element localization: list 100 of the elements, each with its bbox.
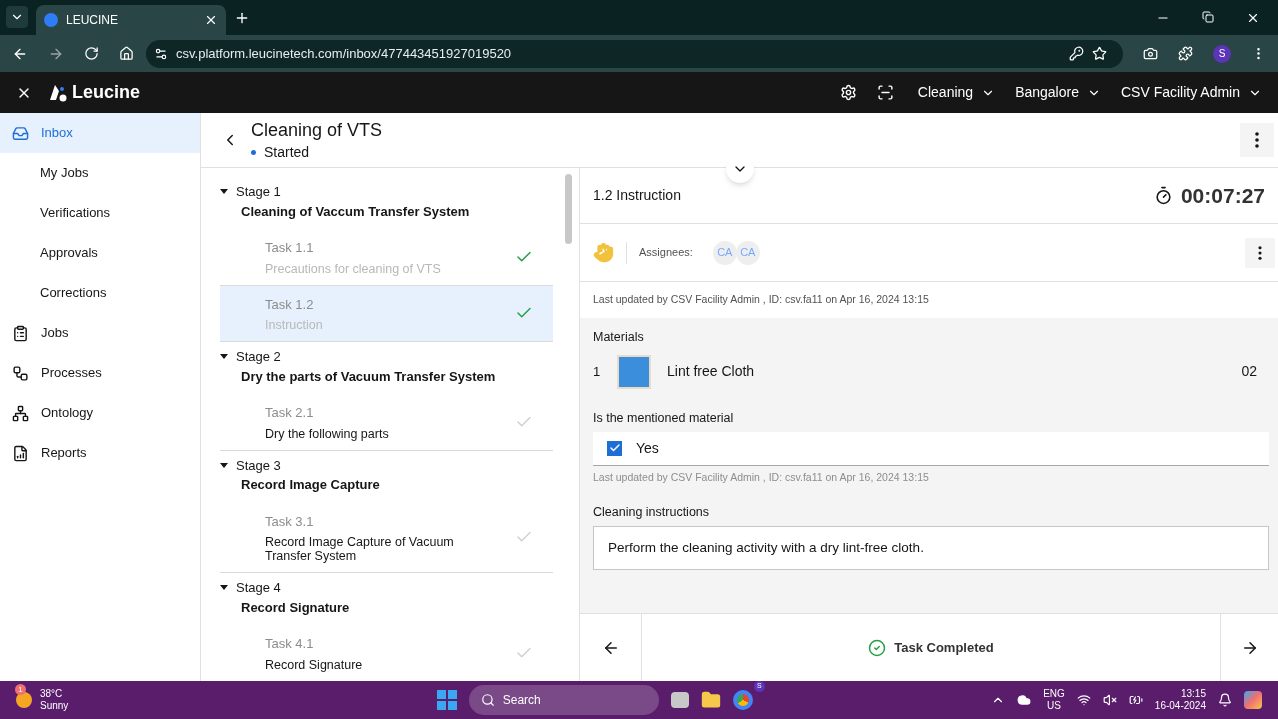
checkbox-option[interactable]: Yes — [593, 431, 1269, 466]
material-name: Lint free Cloth — [667, 362, 756, 382]
inbox-icon — [12, 124, 29, 142]
task-name: Record Signature — [265, 657, 364, 672]
task-row[interactable]: Task 2.1 Dry the following parts — [220, 394, 554, 451]
check-circle-icon — [868, 638, 887, 657]
task-status: Task Completed — [894, 638, 994, 657]
task-label: Task 1.1 — [265, 239, 315, 257]
folder-icon — [700, 690, 721, 710]
start-icon — [436, 690, 457, 710]
sidebar-item[interactable]: Jobs — [0, 313, 200, 353]
settings-icon — [839, 84, 857, 101]
checkbox[interactable] — [607, 440, 622, 456]
timer-text: 00:07:27 — [1180, 182, 1265, 209]
task-title: 1.2 Instruction — [593, 186, 682, 205]
stage-name: Cleaning of Vaccum Transfer System — [241, 202, 471, 221]
check-icon — [608, 442, 621, 454]
task-label: Task 4.1 — [265, 635, 315, 653]
report-icon — [12, 444, 29, 462]
task-name: Precautions for cleaning of VTS — [265, 261, 442, 276]
scrollbar-thumb[interactable] — [565, 174, 573, 244]
search-icon — [480, 693, 495, 707]
flowchart-icon — [12, 364, 29, 382]
logo-text: Leucine — [72, 81, 141, 104]
more-icon — [1258, 245, 1262, 260]
stage-label: Stage 2 — [236, 348, 281, 366]
header-dropdown[interactable]: Bangalore — [1015, 82, 1101, 103]
tab-title: LEUCINE — [66, 12, 119, 29]
last-updated-text: Last updated by CSV Facility Admin , ID: csv.fa11 on Apr 16, 2024 13:15 — [593, 469, 930, 485]
profile-avatar[interactable]: S — [1213, 44, 1231, 63]
task-row[interactable]: Task 3.1 Record Image Capture of Vacuum Transfer System — [220, 502, 554, 573]
task-name: Dry the following parts — [265, 426, 390, 441]
clock-time: 13:15 — [1180, 688, 1206, 700]
sidebar-item[interactable]: Inbox — [0, 113, 200, 153]
hierarchy-icon — [12, 404, 29, 422]
stage-name: Dry the parts of Vacuum Transfer System — [241, 367, 497, 386]
home-icon — [119, 46, 134, 61]
sidebar-item[interactable]: Processes — [0, 353, 200, 393]
photo-placeholder — [617, 354, 651, 389]
header-dropdown[interactable]: Cleaning — [917, 82, 996, 103]
task-name: Record Image Capture of Vacuum Transfer System — [265, 535, 455, 563]
weather-text: Sunny — [40, 700, 69, 712]
task-row[interactable]: Task 1.1 Precautions for cleaning of VTS — [220, 229, 554, 286]
clipboard-icon — [12, 324, 29, 342]
muted-speaker-icon — [1102, 693, 1117, 707]
key-icon — [1069, 46, 1084, 61]
sidebar-item[interactable]: Ontology — [0, 393, 200, 433]
more-button[interactable] — [1240, 123, 1274, 157]
assignees-label: Assignees: — [639, 245, 693, 261]
close-icon — [204, 13, 218, 27]
language-text: ENG — [1043, 688, 1065, 700]
header-dropdown[interactable]: CSV Facility Admin — [1120, 82, 1262, 103]
job-title: Cleaning of VTS — [251, 118, 383, 142]
scan-icon — [876, 84, 894, 101]
bell-icon — [1218, 693, 1232, 707]
task-label: Task 1.2 — [265, 295, 315, 314]
cloud-icon — [1017, 693, 1032, 707]
address-bar[interactable]: csv.platform.leucinetech.com/inbox/477443451927019520 — [146, 39, 1123, 68]
hand-icon — [593, 242, 614, 263]
more-icon — [1255, 132, 1259, 148]
stage-label: Stage 4 — [236, 579, 281, 597]
favicon-icon — [44, 13, 58, 27]
task-name: Instruction — [265, 318, 324, 332]
task-label: Task 3.1 — [265, 512, 315, 531]
reload-icon — [84, 46, 99, 61]
stage-label: Stage 3 — [236, 456, 281, 475]
restore-icon — [1202, 11, 1214, 23]
last-updated-text: Last updated by CSV Facility Admin , ID: csv.fa11 on Apr 16, 2024 13:15 — [593, 292, 929, 308]
wifi-icon — [1076, 693, 1091, 707]
notification-badge: 1 — [15, 684, 26, 695]
task-label: Task 2.1 — [265, 404, 315, 422]
stage-label: Stage 1 — [236, 183, 281, 201]
battery-icon — [1128, 693, 1143, 707]
stage-name: Record Image Capture — [241, 476, 381, 494]
stage-name: Record Signature — [241, 598, 351, 617]
clock-date: 16-04-2024 — [1154, 700, 1206, 712]
timer-icon — [1153, 186, 1173, 205]
new-tab-icon — [234, 10, 250, 26]
sun-icon — [16, 692, 32, 708]
task-view-icon[interactable] — [670, 692, 689, 708]
material-index: 1 — [593, 363, 602, 381]
copilot-icon[interactable] — [1244, 691, 1262, 709]
sidebar-item[interactable]: Reports — [0, 433, 200, 473]
sidebar-subitem[interactable]: Verifications — [0, 193, 200, 233]
sidebar-subitem[interactable]: My Jobs — [0, 153, 200, 193]
region-text: US — [1047, 700, 1061, 712]
tab-list-button[interactable] — [6, 6, 28, 28]
site-settings-icon — [154, 46, 168, 61]
job-status: Started — [251, 141, 383, 163]
browser-icon[interactable] — [732, 690, 753, 710]
collapse-button[interactable] — [726, 155, 754, 183]
materials-label: Materials — [593, 329, 645, 346]
sidebar-subitem[interactable]: Corrections — [0, 273, 200, 313]
search-field[interactable]: Search — [468, 685, 659, 715]
url-text: csv.platform.leucinetech.com/inbox/477443451927019520 — [176, 44, 513, 63]
camera-icon — [1143, 46, 1158, 61]
bookmark-star-icon — [1092, 46, 1107, 61]
more-button[interactable] — [1245, 237, 1275, 268]
sidebar-subitem[interactable]: Approvals — [0, 233, 200, 273]
browser-tab[interactable]: LEUCINE — [36, 5, 226, 35]
